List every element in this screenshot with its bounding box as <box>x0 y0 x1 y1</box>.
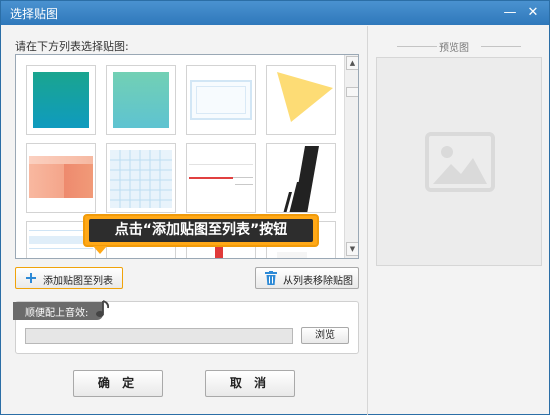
preview-header: 预览图 <box>375 39 543 54</box>
preview-header-line-right <box>481 46 521 47</box>
remove-sticker-label: 从列表移除贴图 <box>283 276 353 287</box>
ok-button[interactable]: 确 定 <box>73 370 163 397</box>
sticker-thumb-grid[interactable] <box>106 143 176 213</box>
music-note-icon <box>96 300 110 317</box>
scroll-up-button[interactable]: ▲ <box>346 56 358 70</box>
scroll-thumb[interactable] <box>346 87 358 97</box>
trash-icon <box>265 271 277 285</box>
add-sticker-label: 添加贴图至列表 <box>43 276 113 287</box>
hint-callout-text: 点击“添加贴图至列表”按钮 <box>89 219 313 242</box>
sticker-thumb-triangle[interactable] <box>266 65 336 135</box>
scroll-down-button[interactable]: ▼ <box>346 242 358 256</box>
select-sticker-dialog: 选择贴图 — ✕ 请在下方列表选择贴图: ▲ ▼ 点击“添加贴图至列表”按钮 添… <box>0 0 550 415</box>
add-sticker-button[interactable]: 添加贴图至列表 <box>15 267 123 289</box>
preview-title: 预览图 <box>439 43 469 54</box>
sticker-thumb-salmon[interactable] <box>26 143 96 213</box>
title-bar[interactable]: 选择贴图 — ✕ <box>1 1 549 25</box>
sticker-thumb-teal[interactable] <box>26 65 96 135</box>
sticker-thumb-redline[interactable] <box>186 143 256 213</box>
browse-button[interactable]: 浏览 <box>301 327 349 344</box>
preview-area <box>376 57 542 266</box>
minimize-button[interactable]: — <box>499 3 521 22</box>
sticker-list-scrollbar[interactable]: ▲ ▼ <box>344 55 358 258</box>
sound-effect-tag: 顺便配上音效: <box>13 302 103 320</box>
window-title: 选择贴图 <box>10 7 59 21</box>
hint-callout-pointer <box>93 246 107 254</box>
cancel-button[interactable]: 取 消 <box>205 370 295 397</box>
sticker-thumb-mint[interactable] <box>106 65 176 135</box>
panel-divider <box>367 26 368 415</box>
triangle-shape <box>277 72 333 122</box>
stripes-shape <box>283 146 319 212</box>
sound-file-path-input[interactable] <box>25 328 293 344</box>
sticker-list-label: 请在下方列表选择贴图: <box>15 40 129 53</box>
hint-callout: 点击“添加贴图至列表”按钮 <box>83 214 319 247</box>
remove-sticker-button[interactable]: 从列表移除贴图 <box>255 267 359 289</box>
plus-icon <box>26 273 36 283</box>
close-button[interactable]: ✕ <box>522 3 544 22</box>
sound-effect-label: 顺便配上音效: <box>25 308 89 319</box>
sticker-thumb-stripes[interactable] <box>266 143 336 213</box>
grid-shape <box>110 150 172 208</box>
preview-header-line-left <box>397 46 437 47</box>
sticker-thumb-frame[interactable] <box>186 65 256 135</box>
image-icon <box>425 132 495 192</box>
